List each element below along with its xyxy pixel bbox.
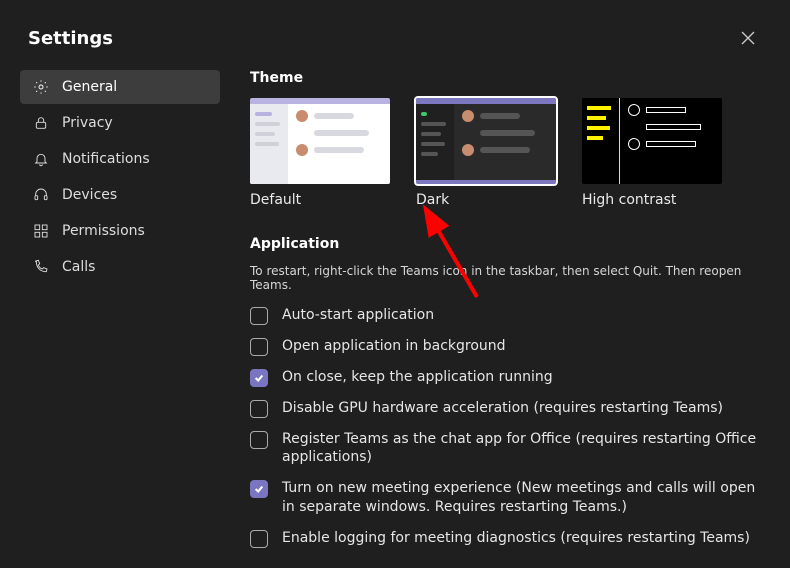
option-label: Turn on new meeting experience (New meet… — [282, 479, 758, 517]
sidebar-item-label: Devices — [62, 187, 117, 203]
theme-section-title: Theme — [250, 70, 762, 86]
checkbox[interactable] — [250, 307, 268, 325]
application-section-subtitle: To restart, right-click the Teams icon i… — [250, 264, 762, 292]
option-enable-logging[interactable]: Enable logging for meeting diagnostics (… — [250, 529, 758, 548]
application-options: Auto-start application Open application … — [250, 306, 762, 548]
checkbox[interactable] — [250, 480, 268, 498]
lock-icon — [32, 114, 50, 132]
option-register-chat-app[interactable]: Register Teams as the chat app for Offic… — [250, 430, 758, 468]
sidebar-item-calls[interactable]: Calls — [20, 250, 220, 284]
option-new-meeting-experience[interactable]: Turn on new meeting experience (New meet… — [250, 479, 758, 517]
checkbox[interactable] — [250, 400, 268, 418]
sidebar-item-label: General — [62, 79, 117, 95]
theme-option-high-contrast[interactable]: High contrast — [582, 98, 722, 208]
phone-icon — [32, 258, 50, 276]
sidebar-item-label: Notifications — [62, 151, 150, 167]
theme-option-dark[interactable]: Dark — [416, 98, 556, 208]
theme-label: High contrast — [582, 192, 722, 208]
sidebar-item-label: Calls — [62, 259, 95, 275]
sidebar-item-devices[interactable]: Devices — [20, 178, 220, 212]
theme-options: Default Dar — [250, 98, 762, 208]
sidebar-item-label: Permissions — [62, 223, 145, 239]
option-label: Enable logging for meeting diagnostics (… — [282, 529, 750, 548]
option-label: Open application in background — [282, 337, 506, 356]
theme-thumb-dark — [416, 98, 556, 184]
apps-icon — [32, 222, 50, 240]
checkbox[interactable] — [250, 338, 268, 356]
bell-icon — [32, 150, 50, 168]
theme-label: Default — [250, 192, 390, 208]
sidebar-item-privacy[interactable]: Privacy — [20, 106, 220, 140]
option-label: Disable GPU hardware acceleration (requi… — [282, 399, 723, 418]
option-open-background[interactable]: Open application in background — [250, 337, 758, 356]
application-section-title: Application — [250, 236, 762, 252]
sidebar-item-notifications[interactable]: Notifications — [20, 142, 220, 176]
close-button[interactable] — [734, 24, 762, 52]
sidebar-item-general[interactable]: General — [20, 70, 220, 104]
page-title: Settings — [28, 28, 113, 49]
option-on-close-keep-running[interactable]: On close, keep the application running — [250, 368, 758, 387]
option-label: Auto-start application — [282, 306, 434, 325]
close-icon — [741, 31, 755, 45]
theme-thumb-high-contrast — [582, 98, 722, 184]
option-disable-gpu[interactable]: Disable GPU hardware acceleration (requi… — [250, 399, 758, 418]
checkbox[interactable] — [250, 369, 268, 387]
checkbox[interactable] — [250, 530, 268, 548]
theme-label: Dark — [416, 192, 556, 208]
option-label: On close, keep the application running — [282, 368, 553, 387]
headset-icon — [32, 186, 50, 204]
theme-thumb-default — [250, 98, 390, 184]
settings-sidebar: General Privacy Notifications Devices Pe — [20, 70, 220, 568]
checkbox[interactable] — [250, 431, 268, 449]
theme-option-default[interactable]: Default — [250, 98, 390, 208]
option-label: Register Teams as the chat app for Offic… — [282, 430, 758, 468]
option-auto-start[interactable]: Auto-start application — [250, 306, 758, 325]
settings-main: Theme Default — [220, 70, 790, 568]
gear-icon — [32, 78, 50, 96]
sidebar-item-permissions[interactable]: Permissions — [20, 214, 220, 248]
sidebar-item-label: Privacy — [62, 115, 113, 131]
